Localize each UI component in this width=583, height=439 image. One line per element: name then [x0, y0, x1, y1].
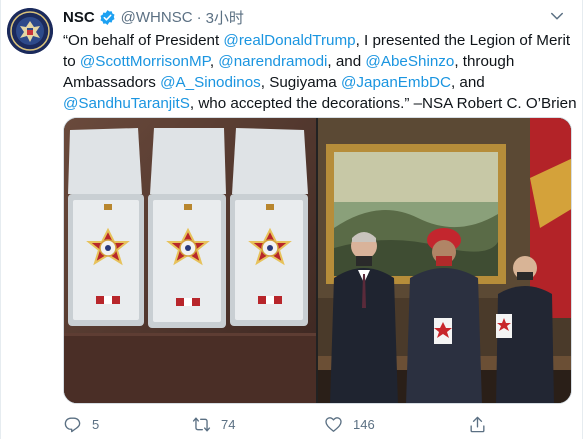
reply-button[interactable]: 5	[63, 412, 99, 436]
more-options-icon[interactable]	[546, 6, 568, 24]
presidential-seal-icon	[7, 8, 53, 54]
tweet-text-fragment: to	[63, 53, 80, 70]
tweet-text-fragment: “On behalf of President	[63, 32, 224, 49]
tweet-text-line: Ambassadors @A_Sinodinos, Sugiyama @Japa…	[63, 72, 573, 93]
mention-link[interactable]: @narendramodi	[218, 53, 327, 70]
account-handle[interactable]: @WHNSC	[121, 9, 193, 26]
media-grid	[63, 117, 572, 404]
share-button[interactable]	[468, 412, 487, 436]
like-count: 146	[353, 416, 375, 432]
tweet-header: NSC @WHNSC · 3小时	[63, 7, 244, 27]
photo-ambassadors[interactable]	[318, 118, 571, 403]
tweet-text-line: @SandhuTaranjitS, who accepted the decor…	[63, 93, 577, 114]
reply-icon	[64, 416, 81, 432]
tweet-text-line: “On behalf of President @realDonaldTrump…	[63, 30, 573, 51]
medal-case	[68, 128, 144, 326]
tweet-text-fragment: , and	[450, 74, 485, 91]
tweet-text-fragment: , I presented the Legion of Merit	[355, 32, 571, 49]
medal-case	[230, 128, 308, 326]
medal-case	[148, 128, 226, 328]
mention-link[interactable]: @AbeShinzo	[365, 53, 454, 70]
avatar[interactable]	[7, 8, 53, 54]
verified-badge-icon	[99, 9, 116, 26]
tweet-text-fragment: , who accepted the decorations.” –NSA Ro…	[189, 95, 577, 112]
account-name[interactable]: NSC	[63, 9, 95, 26]
heart-icon	[325, 416, 342, 432]
tweet-card[interactable]: NSC @WHNSC · 3小时 “On behalf of President…	[0, 0, 583, 439]
tweet-text-fragment: , through	[454, 53, 515, 70]
tweet-text: “On behalf of President @realDonaldTrump…	[63, 30, 577, 114]
tweet-timestamp[interactable]: 3小时	[206, 7, 244, 28]
separator-dot: ·	[196, 8, 202, 26]
tweet-actions: 5 74 146	[63, 412, 573, 436]
tweet-text-fragment: , and	[327, 53, 366, 70]
retweet-button[interactable]: 74	[192, 412, 235, 436]
retweet-count: 74	[221, 416, 236, 432]
mention-link[interactable]: @JapanEmbDC	[341, 74, 451, 91]
tweet-text-fragment: Ambassadors	[63, 74, 161, 91]
tweet-text-line: to @ScottMorrisonMP, @narendramodi, and …	[63, 51, 573, 72]
mention-link[interactable]: @realDonaldTrump	[223, 32, 355, 49]
reply-count: 5	[92, 416, 100, 432]
like-button[interactable]: 146	[324, 412, 375, 436]
mention-link[interactable]: @ScottMorrisonMP	[80, 53, 210, 70]
mention-link[interactable]: @A_Sinodinos	[160, 74, 261, 91]
mention-link[interactable]: @SandhuTaranjitS	[63, 95, 190, 112]
tweet-text-fragment: , Sugiyama	[260, 74, 341, 91]
photo-medal-cases[interactable]	[64, 118, 316, 403]
retweet-icon	[192, 416, 211, 432]
tweet-text-fragment: ,	[209, 53, 219, 70]
share-icon	[470, 416, 485, 432]
